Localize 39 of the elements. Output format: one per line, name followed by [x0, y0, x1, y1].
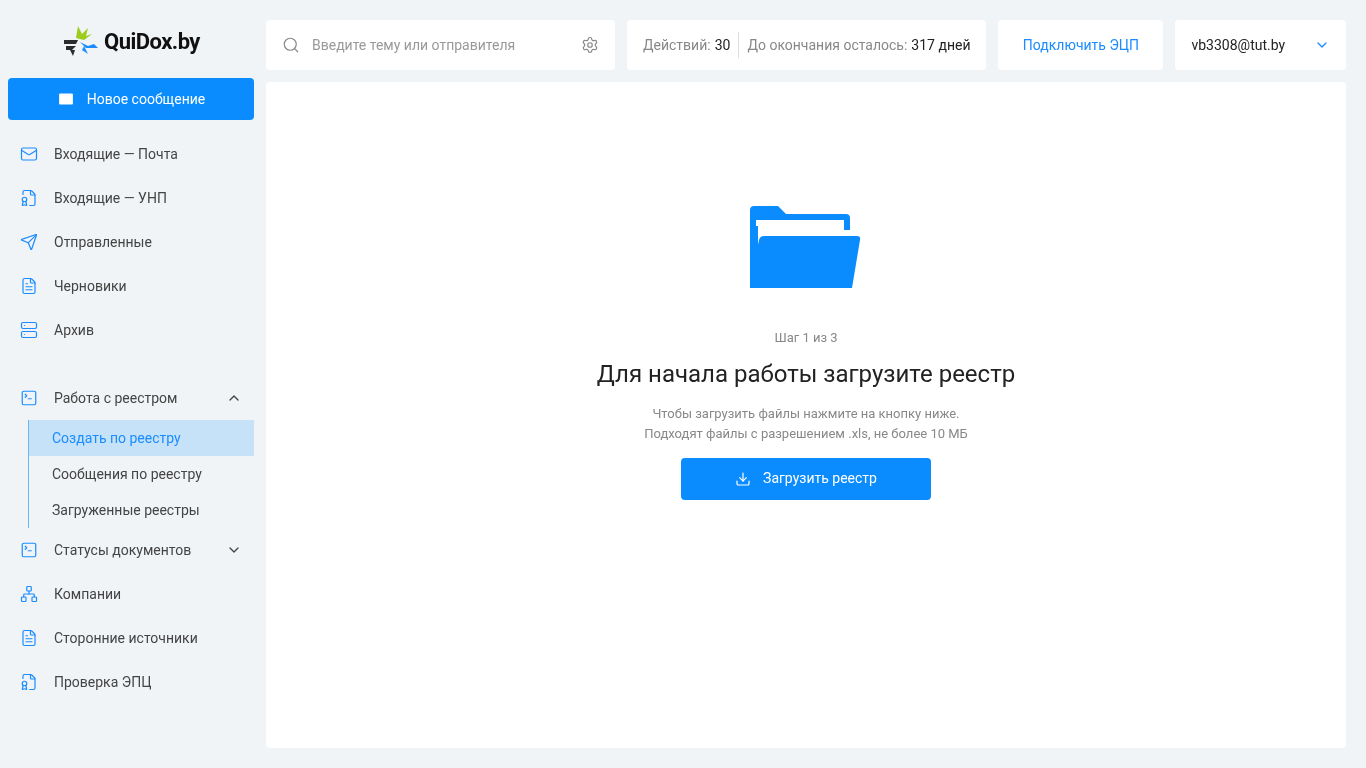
- stat-value: 317 дней: [911, 35, 971, 55]
- search-bar[interactable]: Введите тему или отправителя: [266, 20, 615, 70]
- nav-item[interactable]: Компании: [8, 572, 254, 616]
- document-shield-icon: [20, 189, 38, 207]
- terminal-icon: [20, 541, 38, 559]
- search-icon: [282, 36, 300, 54]
- hierarchy-icon: [20, 585, 38, 603]
- document-icon: [20, 629, 38, 647]
- nav-subitem[interactable]: Загруженные реестры: [29, 492, 254, 528]
- stat-label: Действий:: [643, 35, 711, 55]
- folder-icon: [750, 206, 862, 288]
- stat-label: До окончания осталось:: [747, 35, 908, 55]
- archive-icon: [20, 321, 38, 339]
- nav-item[interactable]: Проверка ЭПЦ: [8, 660, 254, 704]
- nav-item[interactable]: Архив: [8, 308, 254, 352]
- nav-item[interactable]: Черновики: [8, 264, 254, 308]
- nav-subitem[interactable]: Сообщения по реестру: [29, 456, 254, 492]
- step-indicator: Шаг 1 из 3: [774, 329, 838, 347]
- stat-value: 30: [714, 35, 731, 55]
- download-icon: [735, 470, 752, 487]
- logo-icon: [62, 24, 101, 58]
- nav-item[interactable]: Входящие — УНП: [8, 176, 254, 220]
- terminal-icon: [20, 389, 38, 407]
- search-field[interactable]: Введите тему или отправителя: [312, 34, 569, 56]
- mail-icon: [20, 145, 38, 163]
- nav-item[interactable]: Входящие — Почта: [8, 132, 254, 176]
- logo-text: QuiDox.by: [104, 27, 200, 56]
- nav-group[interactable]: Статусы документов: [8, 528, 254, 572]
- send-icon: [20, 233, 38, 251]
- document-icon: [20, 277, 38, 295]
- settings-icon[interactable]: [581, 36, 599, 54]
- nav-item[interactable]: Сторонние источники: [8, 616, 254, 660]
- upload-title: Для начала работы загрузите реестр: [596, 358, 1016, 390]
- upload-hint: Подходят файлы с разрешением .xls, не более 10 МБ: [644, 424, 968, 443]
- account-dropdown[interactable]: vb3308@tut.by: [1175, 20, 1346, 70]
- nav-item[interactable]: Отправленные: [8, 220, 254, 264]
- nav-group[interactable]: Работа с реестром: [8, 376, 254, 420]
- upload-hint: Чтобы загрузить файлы нажмите на кнопку ниже.: [652, 404, 960, 423]
- document-shield-icon: [20, 673, 38, 691]
